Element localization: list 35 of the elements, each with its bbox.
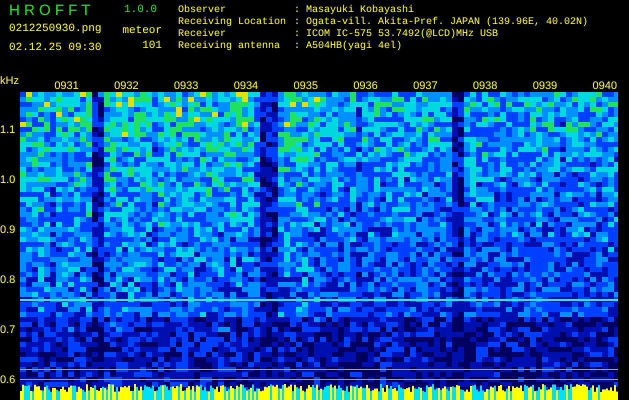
axis-label: 1.1 [0,124,16,136]
info-separator: : [294,17,302,29]
axis-label: 0.6 [0,374,16,386]
axis-label: 0.7 [0,324,16,336]
info-separator: : [294,41,302,53]
info-label: Receiving Location [178,17,288,28]
time-label: 0933 [172,80,200,92]
app-title: H R O F F T [9,2,92,20]
time-label: 0940 [592,80,618,92]
file-name: 0212250930.png [9,22,102,36]
info-label: Observer [178,5,228,16]
axis-unit: kHz [0,75,20,87]
time-label: 0936 [352,80,379,92]
time-label: 0938 [472,80,498,92]
date-time: 02.12.25 09:30 [9,41,102,55]
axis-label: 1.0 [0,174,16,186]
info-separator: : [294,5,302,17]
meteor-count: 101 [142,39,162,53]
info-value: A504HB(yagi 4el) [306,41,402,53]
time-label: 0932 [113,80,140,92]
time-label: 0934 [232,80,260,92]
axis-label: 0.8 [0,274,16,286]
time-label: 0931 [53,80,80,92]
info-value: ICOM IC-575 53.7492(@LCD)MHz USB [306,29,498,40]
info-value: Masayuki Kobayashi [306,5,414,16]
time-label: 0937 [412,80,439,92]
version-label: 1.0.0 [123,3,158,17]
info-separator: : [294,29,302,41]
info-value: Ogata-vill. Akita-Pref. JAPAN (139.96E, 40.02N) [306,17,588,28]
time-label: 0935 [292,80,319,92]
info-label: Receiver [178,29,228,40]
time-label: 0939 [532,80,558,92]
axis-label: 0.9 [0,224,16,236]
meteor-label: meteor [122,24,162,38]
info-label: Receiving antenna [178,41,282,53]
